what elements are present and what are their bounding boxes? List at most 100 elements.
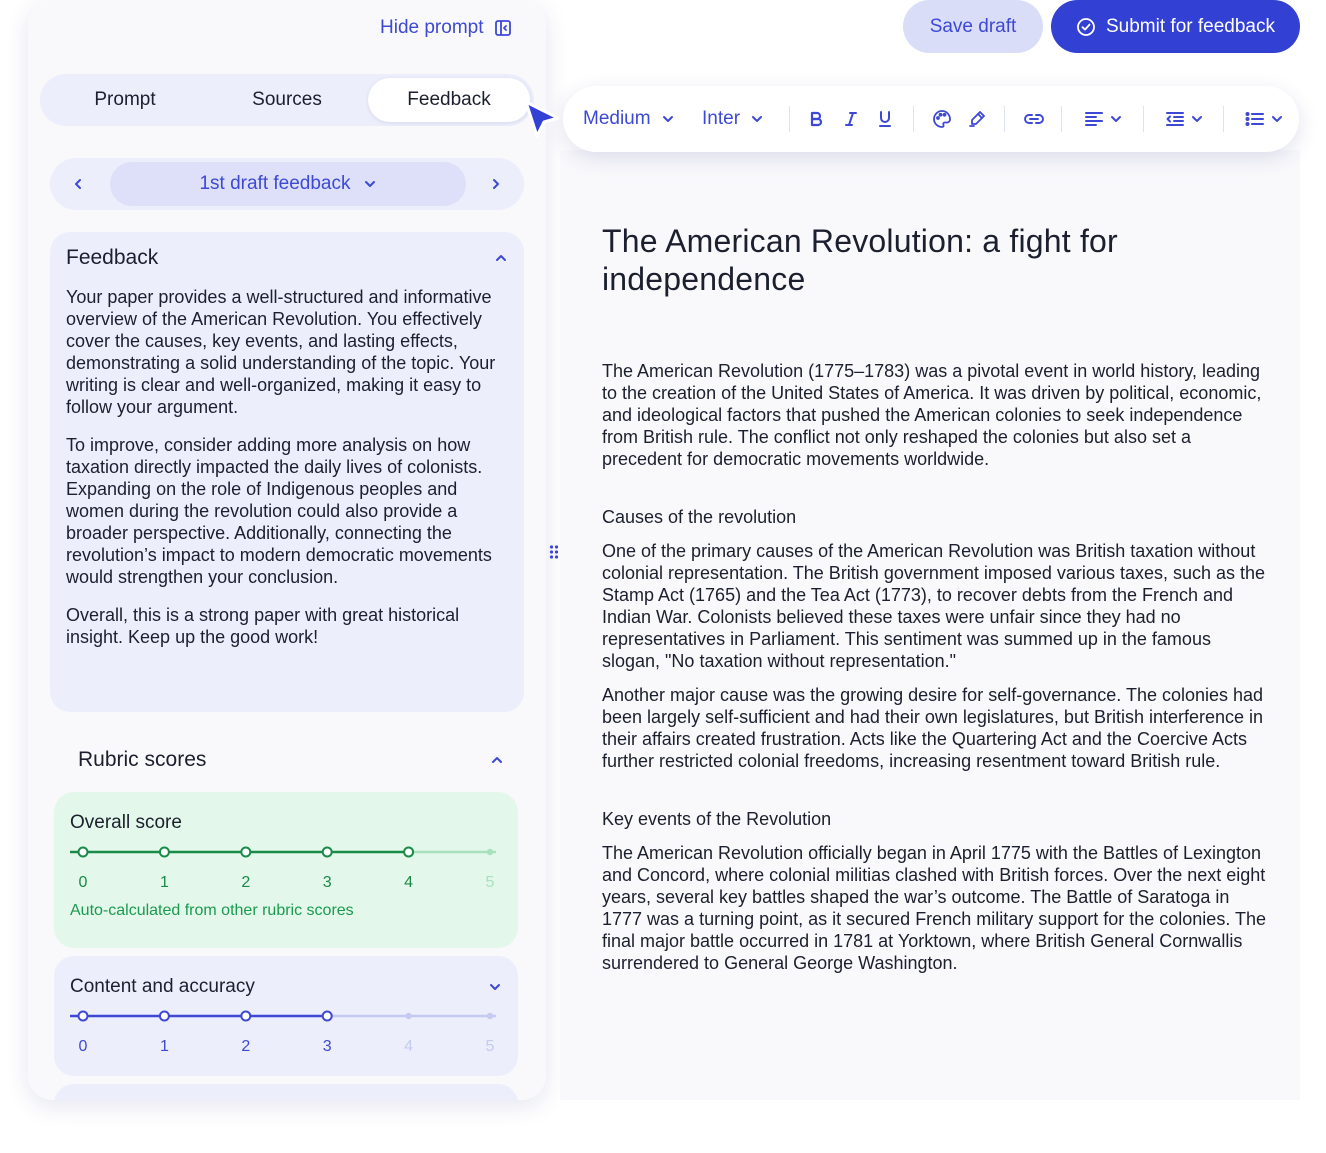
content-scale-point-0[interactable] [77, 1010, 89, 1022]
tab-sources[interactable]: Sources [206, 78, 368, 122]
content-scale-label-1: 1 [159, 1038, 169, 1055]
chevron-down-icon [1272, 116, 1282, 122]
document-paragraph: The American Revolution officially began… [602, 843, 1267, 973]
overall-scale-point-4[interactable] [403, 846, 415, 858]
underline-icon [879, 111, 891, 127]
save-draft-button[interactable]: Save draft [903, 0, 1043, 53]
content-accuracy-header[interactable]: Content and accuracy [70, 976, 502, 998]
indent-select[interactable] [1165, 86, 1203, 152]
content-scale-point-4[interactable] [405, 1012, 412, 1020]
toolbar-divider [1061, 106, 1062, 132]
text-color-button[interactable] [932, 86, 952, 152]
document-paragraph: The American Revolution (1775–1783) was … [602, 361, 1262, 469]
italic-icon [845, 112, 857, 126]
content-scale-point-1[interactable] [158, 1010, 170, 1022]
section-heading: Key events of the Revolution [602, 809, 832, 829]
text-style-value: Medium [583, 108, 651, 129]
draft-navigator: 1st draft feedback [50, 158, 524, 210]
next-rubric-card [54, 1084, 518, 1100]
mouse-pointer-icon [524, 100, 560, 138]
draft-select-label: 1st draft feedback [199, 173, 351, 194]
submit-feedback-button[interactable]: Submit for feedback [1051, 0, 1300, 53]
chevron-left-icon [75, 179, 81, 189]
content-accuracy-scale: 0 1 2 3 4 5 [70, 1010, 502, 1060]
overall-scale-point-0[interactable] [77, 846, 89, 858]
chevron-down-icon [1192, 116, 1202, 122]
content-scale-label-3: 3 [322, 1038, 332, 1055]
content-accuracy-label: Content and accuracy [70, 976, 255, 997]
next-draft-button[interactable] [484, 172, 508, 196]
resize-handle-icon[interactable] [549, 544, 559, 560]
content-scale-track [70, 1010, 496, 1022]
bold-button[interactable] [809, 86, 823, 152]
font-select[interactable]: Inter [702, 86, 764, 152]
section-heading: Causes of the revolution [602, 507, 797, 527]
feedback-panel: Hide prompt Prompt Sources Feedback 1st … [28, 0, 546, 1100]
overall-score-card: Overall score 0 1 2 3 4 5 Auto-calculated fro… [54, 792, 518, 948]
toolbar-divider [913, 106, 914, 132]
tab-feedback[interactable]: Feedback [368, 78, 530, 122]
chevron-down-icon [752, 116, 763, 122]
hide-prompt-label: Hide prompt [380, 17, 484, 38]
indent-icon [1166, 112, 1184, 126]
content-scale-label-0: 0 [78, 1038, 88, 1055]
draft-select[interactable]: 1st draft feedback [110, 162, 466, 206]
highlight-button[interactable] [967, 86, 987, 152]
list-select[interactable] [1245, 86, 1283, 152]
highlighter-icon [969, 111, 985, 127]
rubric-header[interactable]: Rubric scores [78, 746, 504, 774]
chevron-up-icon[interactable] [490, 755, 504, 765]
link-button[interactable] [1023, 86, 1045, 152]
feedback-paragraph: Overall, this is a strong paper with gre… [66, 605, 460, 647]
align-select[interactable] [1084, 86, 1122, 152]
text-style-select[interactable]: Medium [583, 86, 675, 152]
overall-score-note: Auto-calculated from other rubric scores [70, 902, 354, 919]
formatting-toolbar: Medium Inter [563, 86, 1299, 152]
hide-prompt-button[interactable]: Hide prompt [380, 14, 512, 42]
chevron-up-icon[interactable] [494, 253, 508, 263]
feedback-title: Feedback [66, 246, 159, 269]
overall-scale-label-5: 5 [485, 874, 495, 891]
overall-scale-label-3: 3 [322, 874, 332, 891]
overall-score-scale: 0 1 2 3 4 5 [70, 846, 502, 896]
link-icon [1024, 114, 1044, 124]
palette-icon [933, 110, 951, 128]
panel-tabs: Prompt Sources Feedback [40, 74, 534, 126]
overall-scale-label-4: 4 [404, 874, 414, 891]
sidebar-collapse-icon [494, 20, 511, 36]
content-scale-label-4: 4 [404, 1038, 414, 1055]
content-scale-point-2[interactable] [240, 1010, 252, 1022]
font-value: Inter [702, 108, 741, 129]
bullet-list-icon [1245, 112, 1264, 126]
overall-scale-track [70, 846, 496, 858]
chevron-down-icon [1111, 116, 1121, 122]
overall-scale-label-0: 0 [78, 874, 88, 891]
overall-scale-point-1[interactable] [158, 846, 170, 858]
previous-draft-button[interactable] [66, 172, 90, 196]
align-left-icon [1085, 112, 1103, 126]
overall-scale-label-2: 2 [241, 874, 251, 891]
chevron-down-icon[interactable] [488, 982, 502, 992]
overall-scale-point-3[interactable] [321, 846, 333, 858]
overall-scale-point-5[interactable] [486, 848, 494, 856]
chevron-down-icon [662, 116, 673, 122]
feedback-card: Feedback Your paper provides a well-stru… [50, 232, 524, 712]
toolbar-divider [1223, 106, 1224, 132]
document-title: The American Revolution: a fight for ind… [602, 223, 1118, 297]
italic-button[interactable] [844, 86, 858, 152]
content-scale-point-5[interactable] [486, 1012, 494, 1020]
content-scale-label-2: 2 [241, 1038, 251, 1055]
feedback-paragraph: To improve, consider adding more analysi… [66, 435, 492, 587]
underline-button[interactable] [878, 86, 892, 152]
document-paragraph: One of the primary causes of the America… [602, 541, 1266, 671]
document-body: The American Revolution: a fight for ind… [602, 222, 1272, 986]
bold-icon [810, 111, 823, 127]
feedback-card-header[interactable]: Feedback [66, 244, 508, 272]
content-scale-point-3[interactable] [321, 1010, 333, 1022]
tab-prompt[interactable]: Prompt [44, 78, 206, 122]
document-paragraph: Another major cause was the growing desi… [602, 685, 1264, 771]
toolbar-divider [789, 106, 790, 132]
overall-scale-point-2[interactable] [240, 846, 252, 858]
feedback-paragraph: Your paper provides a well-structured an… [66, 287, 496, 417]
rubric-title: Rubric scores [78, 748, 207, 771]
